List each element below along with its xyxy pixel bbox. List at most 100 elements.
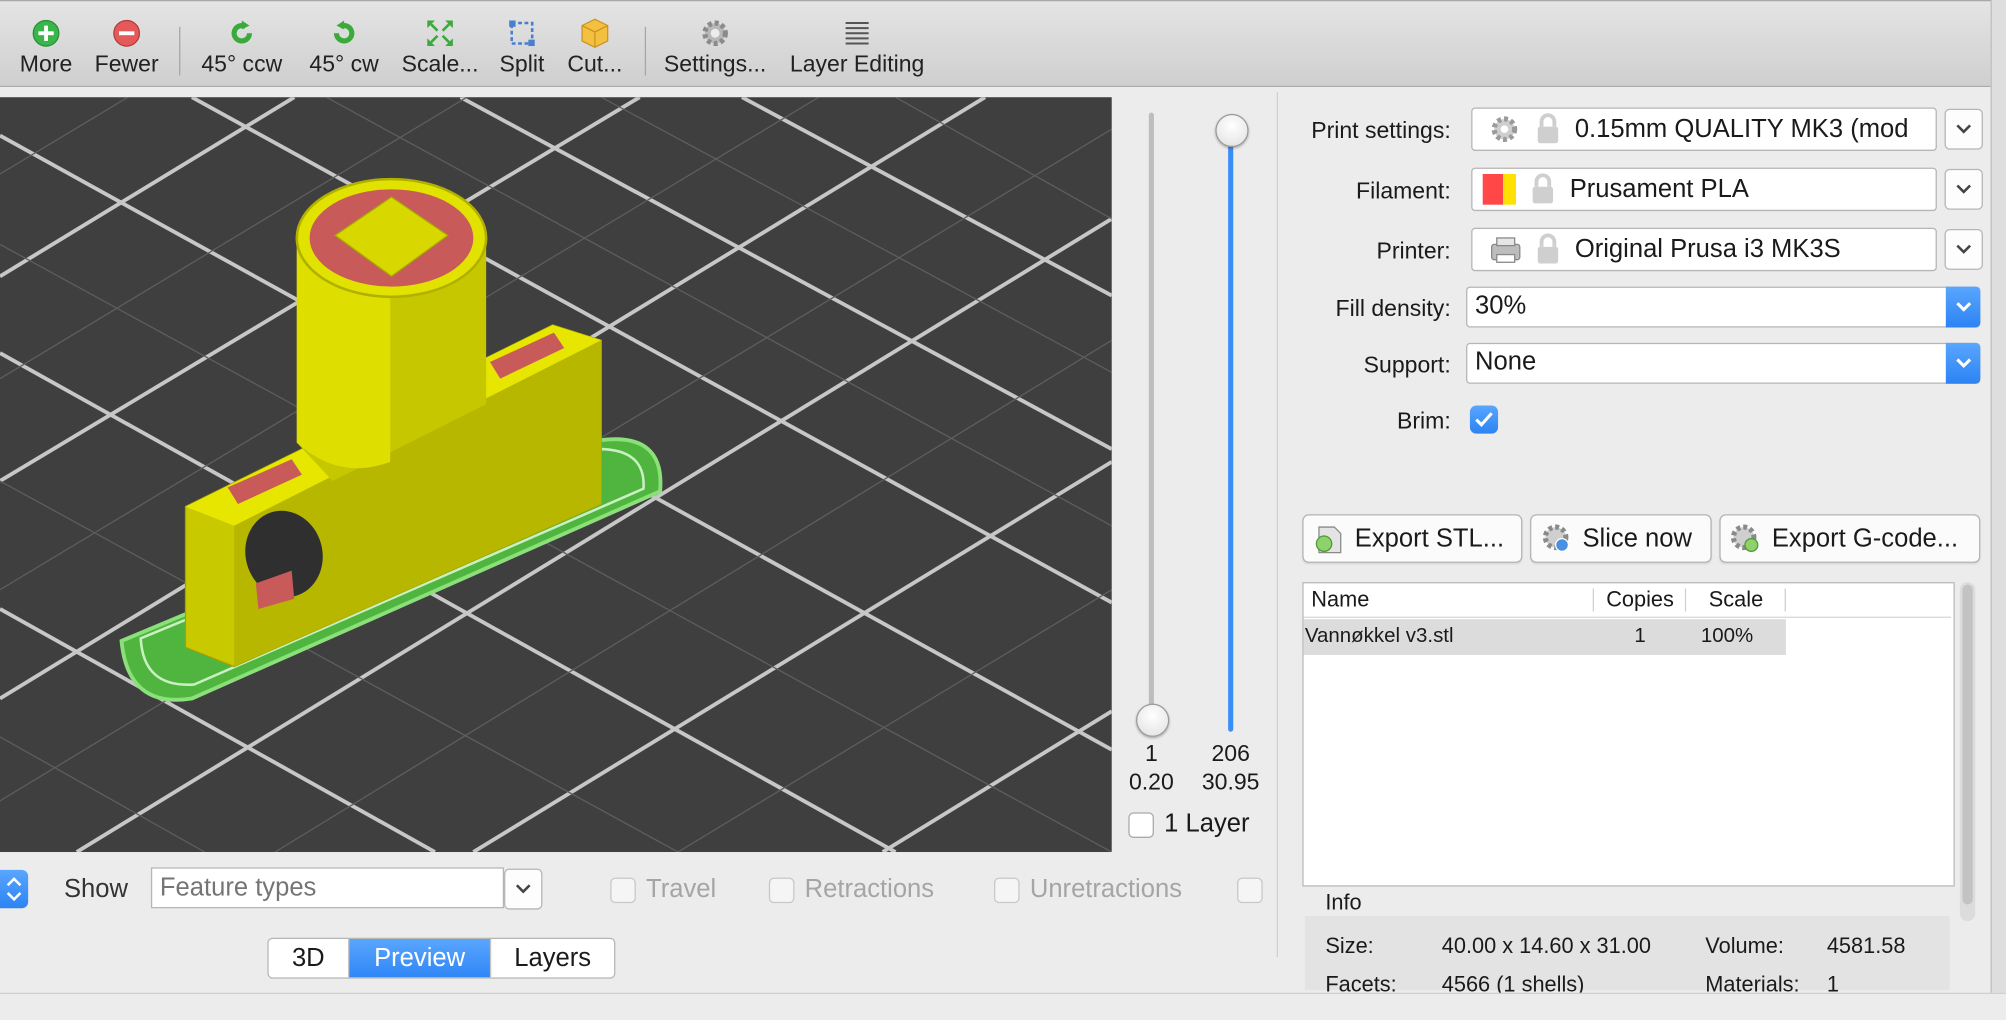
- export-gcode-label: Export G-code...: [1771, 523, 1959, 553]
- tab-layers[interactable]: Layers: [491, 939, 614, 977]
- panel-scrollbar[interactable]: [1959, 582, 1976, 922]
- preview-canvas[interactable]: [0, 97, 1112, 853]
- column-header-copies[interactable]: Copies: [1595, 583, 1685, 616]
- printer-icon: [1491, 237, 1521, 263]
- upper-layer-height: 30.95: [1201, 768, 1260, 795]
- print-settings-label: Print settings:: [1311, 117, 1451, 144]
- split-label: Split: [499, 51, 545, 77]
- slice-now-button[interactable]: Slice now: [1530, 514, 1712, 563]
- scale-icon: [423, 17, 456, 50]
- rotate-ccw-button[interactable]: 45° ccw: [194, 17, 289, 81]
- tab-preview[interactable]: Preview: [349, 939, 492, 978]
- lower-layer-track[interactable]: [1148, 112, 1154, 721]
- fewer-label: Fewer: [94, 51, 159, 77]
- panel-divider: [1276, 92, 1279, 957]
- size-value: 40.00 x 14.60 x 31.00: [1441, 933, 1651, 959]
- more-button[interactable]: More: [15, 17, 76, 81]
- fewer-button[interactable]: Fewer: [92, 17, 161, 81]
- minus-icon: [110, 17, 143, 50]
- lower-layer-number: 1: [1144, 740, 1158, 767]
- fill-density-arrow[interactable]: [1945, 286, 1981, 328]
- split-button[interactable]: Split: [494, 17, 550, 81]
- lock-icon: [1532, 173, 1554, 204]
- printer-combo[interactable]: Original Prusa i3 MK3S: [1471, 227, 1937, 272]
- info-section: Info Size: 40.00 x 14.60 x 31.00 Volume:…: [1302, 888, 1950, 997]
- rotate-ccw-label: 45° ccw: [201, 51, 283, 77]
- tab-3d[interactable]: 3D: [269, 939, 350, 978]
- support-arrow[interactable]: [1945, 342, 1981, 384]
- more-label: More: [19, 51, 73, 77]
- support-select[interactable]: None: [1466, 342, 1981, 384]
- fill-density-value: 30%: [1475, 291, 1527, 320]
- filament-color-swatch: [1482, 173, 1516, 205]
- export-gcode-icon: [1730, 524, 1759, 553]
- brim-label: Brim:: [1396, 408, 1451, 434]
- feature-types-input[interactable]: [150, 867, 505, 909]
- brim-checkbox[interactable]: [1469, 405, 1499, 434]
- checkmark-icon: [1475, 412, 1493, 427]
- support-label: Support:: [1363, 351, 1451, 378]
- print-settings-combo[interactable]: 0.15mm QUALITY MK3 (mod: [1471, 107, 1937, 151]
- extra-checkbox[interactable]: [1237, 877, 1263, 904]
- column-divider: [1592, 588, 1595, 612]
- rotate-cw-button[interactable]: 45° cw: [302, 17, 386, 81]
- fill-density-label: Fill density:: [1335, 295, 1451, 322]
- filament-combo[interactable]: Prusament PLA: [1471, 167, 1937, 212]
- export-stl-label: Export STL...: [1354, 523, 1505, 553]
- printer-label: Printer:: [1376, 237, 1451, 264]
- layer-editing-button[interactable]: Layer Editing: [785, 17, 928, 81]
- gear-icon: [1491, 116, 1518, 143]
- settings-label: Settings...: [663, 51, 767, 77]
- view-mode-tabs: 3D Preview Layers: [267, 937, 616, 979]
- column-divider: [1684, 588, 1687, 612]
- fill-density-select[interactable]: 30%: [1466, 286, 1981, 328]
- filament-dropdown[interactable]: [1944, 168, 1983, 210]
- cut-button[interactable]: Cut...: [563, 17, 627, 81]
- toolbar-separator: [179, 26, 181, 76]
- scrollbar-thumb[interactable]: [1962, 584, 1973, 905]
- toolbar: More Fewer 45° ccw 45° cw Scale... Split: [0, 0, 1991, 87]
- info-panel: Size: 40.00 x 14.60 x 31.00 Volume: 4581…: [1304, 915, 1950, 997]
- upper-layer-handle[interactable]: [1215, 113, 1249, 148]
- export-stl-button[interactable]: Export STL...: [1302, 514, 1523, 563]
- layer-editing-label: Layer Editing: [789, 51, 925, 77]
- settings-button[interactable]: Settings...: [658, 17, 773, 81]
- cube-icon: [578, 17, 611, 50]
- unretractions-checkbox[interactable]: [994, 877, 1020, 904]
- object-copies: 1: [1634, 625, 1646, 648]
- print-settings-value: 0.15mm QUALITY MK3 (mod: [1574, 114, 1909, 143]
- retractions-checkbox[interactable]: [768, 877, 795, 904]
- export-gcode-button[interactable]: Export G-code...: [1719, 514, 1981, 563]
- printer-value: Original Prusa i3 MK3S: [1574, 234, 1841, 263]
- object-list[interactable]: Name Copies Scale Vannøkkel v3.stl 1 100…: [1302, 582, 1955, 887]
- print-settings-dropdown[interactable]: [1944, 108, 1983, 150]
- lower-layer-handle[interactable]: [1136, 703, 1170, 737]
- one-layer-label: 1 Layer: [1164, 809, 1250, 838]
- scale-button[interactable]: Scale...: [399, 17, 481, 81]
- layers-icon: [841, 17, 874, 50]
- retractions-label: Retractions: [804, 875, 935, 904]
- window-edge: [1990, 0, 2006, 1019]
- plus-icon: [29, 17, 62, 50]
- feature-types-dropdown[interactable]: [504, 868, 543, 910]
- one-layer-checkbox[interactable]: [1128, 812, 1154, 838]
- lock-icon: [1537, 233, 1559, 264]
- gear-icon: [698, 17, 731, 50]
- travel-label: Travel: [646, 875, 717, 904]
- printer-dropdown[interactable]: [1944, 228, 1983, 270]
- preview-options-bar: Show Travel Retractions Unretractions: [0, 853, 1277, 981]
- info-title: Info: [1325, 890, 1362, 915]
- column-header-name[interactable]: Name: [1311, 583, 1592, 616]
- object-scale: 100%: [1700, 625, 1754, 648]
- slice-now-label: Slice now: [1582, 523, 1693, 553]
- chevron-down-icon: [1956, 184, 1972, 194]
- rotate-cw-label: 45° cw: [309, 51, 379, 77]
- view-type-stepper[interactable]: [0, 869, 29, 909]
- chevron-down-icon: [1955, 302, 1971, 312]
- object-name: Vannøkkel v3.stl: [1304, 625, 1454, 648]
- slice-icon: [1542, 524, 1570, 553]
- travel-checkbox[interactable]: [610, 877, 636, 904]
- column-header-scale[interactable]: Scale: [1687, 583, 1784, 616]
- table-row[interactable]: Vannøkkel v3.stl 1 100%: [1303, 619, 1786, 656]
- upper-layer-track[interactable]: [1228, 140, 1234, 732]
